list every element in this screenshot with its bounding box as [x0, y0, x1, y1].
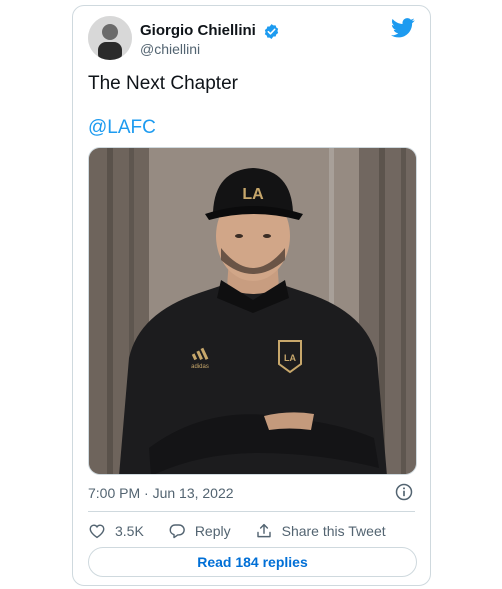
tweet-header: Giorgio Chiellini @chiellini: [88, 16, 415, 62]
author-handle[interactable]: @chiellini: [140, 40, 280, 58]
info-icon[interactable]: [394, 482, 414, 502]
heart-icon: [89, 524, 105, 539]
share-label: Share this Tweet: [281, 523, 386, 539]
reply-label: Reply: [194, 523, 231, 539]
adidas-wordmark: adidas: [191, 364, 209, 370]
reply-icon: [169, 524, 185, 539]
mention-link[interactable]: @LAFC: [88, 116, 156, 140]
share-button[interactable]: Share this Tweet: [255, 522, 386, 540]
divider: [88, 511, 415, 512]
twitter-bird-icon[interactable]: [391, 18, 415, 38]
like-button[interactable]: 3.5K: [88, 522, 144, 540]
verified-badge-icon: [265, 23, 279, 39]
tweet-card: Giorgio Chiellini @chiellini The Next Ch…: [72, 5, 431, 586]
crest-logo: LA: [284, 353, 296, 363]
read-replies-button[interactable]: Read 184 replies: [88, 547, 417, 577]
avatar[interactable]: [88, 16, 132, 60]
tweet-timestamp[interactable]: 7:00 PM · Jun 13, 2022: [88, 484, 234, 502]
share-icon: [256, 523, 271, 538]
tweet-media[interactable]: LA LA adidas: [88, 147, 417, 475]
tweet-actions: 3.5K Reply Share this Tweet: [88, 520, 410, 542]
author-names: Giorgio Chiellini @chiellini: [140, 22, 280, 58]
reply-button[interactable]: Reply: [168, 522, 231, 540]
like-count: 3.5K: [115, 523, 144, 539]
cap-logo: LA: [242, 186, 264, 203]
tweet-text: The Next Chapter: [88, 73, 238, 94]
author-display-name[interactable]: Giorgio Chiellini: [140, 22, 256, 40]
